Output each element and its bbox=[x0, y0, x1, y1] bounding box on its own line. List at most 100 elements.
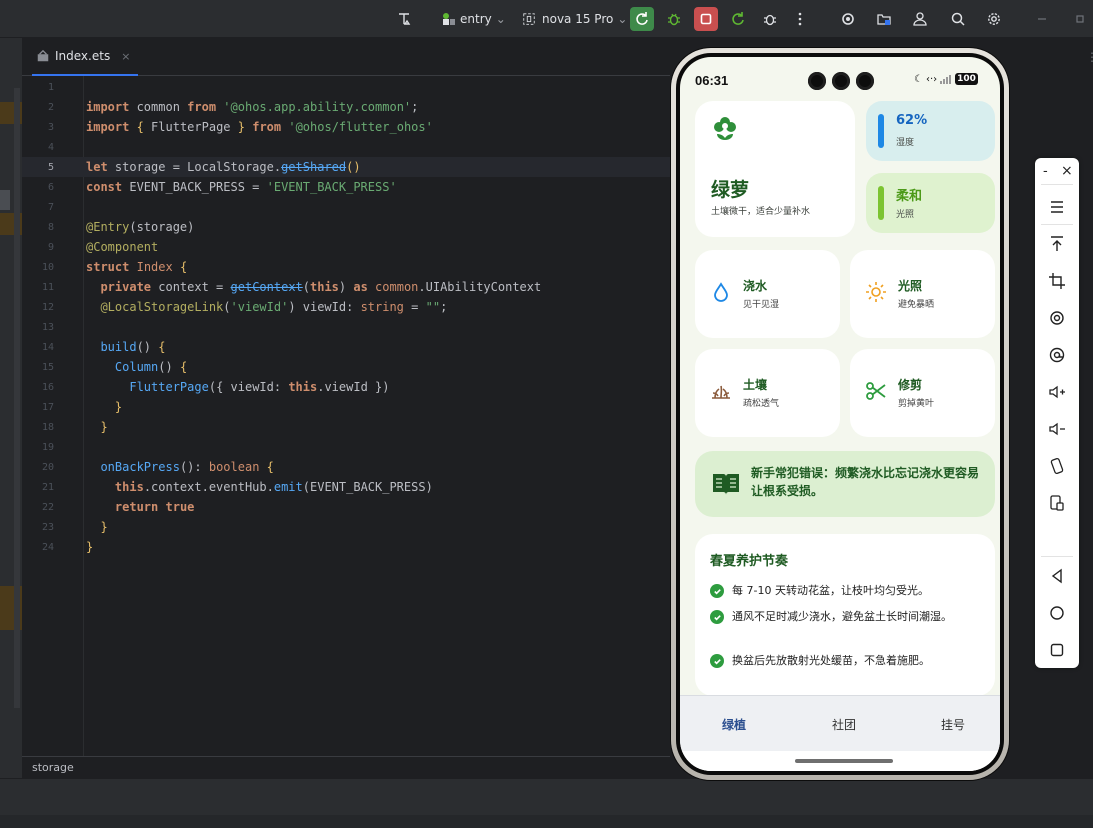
stop-icon bbox=[700, 13, 712, 25]
care-subtitle: 剪掉黄叶 bbox=[898, 399, 935, 409]
device-selector[interactable]: nova 15 Pro ⌄ bbox=[522, 7, 627, 31]
line-number: 15 bbox=[41, 361, 54, 373]
humidity-bar bbox=[878, 114, 884, 148]
code-text: const EVENT_BACK_PRESS = 'EVENT_BACK_PRE… bbox=[86, 180, 397, 194]
code-line: 24 } bbox=[22, 537, 670, 557]
line-number: 18 bbox=[41, 421, 54, 433]
apply-changes-button[interactable] bbox=[726, 7, 750, 31]
phone-emulator: 06:31 ☾ ‹·› 100 绿萝 土壤微干，适合少量补水 62% 湿度 柔和… bbox=[671, 48, 1009, 780]
plant-card[interactable]: 绿萝 土壤微干，适合少量补水 bbox=[695, 101, 855, 237]
home-button[interactable] bbox=[1045, 601, 1069, 625]
line-number: 8 bbox=[47, 221, 54, 233]
menu-icon bbox=[1051, 201, 1063, 213]
code-line: 6 const EVENT_BACK_PRESS = 'EVENT_BACK_P… bbox=[22, 177, 670, 197]
care-card-watering[interactable]: 浇水 见干见湿 bbox=[695, 250, 840, 338]
code-line: 11 private context = getContext(this) as… bbox=[22, 277, 670, 297]
flower-icon bbox=[714, 117, 736, 140]
crop-icon bbox=[1049, 273, 1065, 289]
attach-bug-icon bbox=[764, 14, 776, 26]
tab-index-ets[interactable]: Index.ets × bbox=[32, 38, 139, 76]
code-text: Column() { bbox=[114, 360, 188, 374]
location-button[interactable] bbox=[1045, 343, 1069, 367]
screenshot-button[interactable] bbox=[1045, 491, 1069, 515]
phone-screen[interactable]: 06:31 ☾ ‹·› 100 绿萝 土壤微干，适合少量补水 62% 湿度 柔和… bbox=[680, 57, 1000, 771]
light-label: 光照 bbox=[896, 210, 915, 220]
breadcrumb[interactable]: storage bbox=[22, 756, 670, 778]
care-subtitle: 疏松透气 bbox=[743, 399, 780, 409]
rotate-button[interactable] bbox=[1045, 306, 1069, 330]
code-line: 4 bbox=[22, 137, 670, 157]
care-card-sunlight[interactable]: 光照 避免暴晒 bbox=[850, 250, 995, 338]
tip-banner[interactable]: 新手常犯错误：频繁浇水比忘记浇水更容易让根系受损。 bbox=[695, 451, 995, 517]
rotate-device-button[interactable] bbox=[1045, 454, 1069, 478]
settings-button[interactable] bbox=[982, 7, 1006, 31]
code-text: build() { bbox=[100, 340, 166, 354]
code-line: 21 this.context.eventHub.emit(EVENT_BACK… bbox=[22, 477, 670, 497]
phone-status-bar: 06:31 ☾ ‹·› 100 bbox=[680, 57, 1000, 95]
search-button[interactable] bbox=[946, 7, 970, 31]
line-number: 5 bbox=[47, 161, 54, 173]
pin-top-button[interactable] bbox=[1045, 232, 1069, 256]
module-label: entry bbox=[460, 12, 492, 26]
toolbar-close-button[interactable]: × bbox=[1061, 163, 1073, 179]
care-card-soil[interactable]: 土壤 疏松透气 bbox=[695, 349, 840, 437]
scrollbar[interactable] bbox=[14, 88, 20, 708]
line-number: 1 bbox=[47, 81, 54, 93]
soil-icon bbox=[709, 379, 733, 403]
rerun-button[interactable] bbox=[630, 7, 654, 31]
line-number: 16 bbox=[41, 381, 54, 393]
rotate-device-icon bbox=[1050, 457, 1064, 475]
code-text: @Entry(storage) bbox=[86, 220, 195, 234]
more-options-button[interactable] bbox=[788, 7, 812, 31]
recents-button[interactable] bbox=[1045, 638, 1069, 662]
more-vertical-icon[interactable]: ⋮ bbox=[1086, 50, 1093, 64]
volume-down-button[interactable] bbox=[1045, 417, 1069, 441]
sun-icon bbox=[864, 280, 888, 304]
module-selector[interactable]: entry ⌄ bbox=[440, 7, 506, 31]
more-vertical-icon bbox=[798, 12, 802, 26]
camera-icon bbox=[856, 72, 874, 90]
code-line: 22 return true bbox=[22, 497, 670, 517]
plugin-button[interactable] bbox=[836, 7, 860, 31]
code-line: 12 @LocalStorageLink('viewId') viewId: s… bbox=[22, 297, 670, 317]
light-card[interactable]: 柔和 光照 bbox=[866, 173, 995, 233]
code-editor[interactable]: 1 2 import common from '@ohos.app.abilit… bbox=[22, 76, 670, 756]
divider bbox=[1041, 556, 1073, 557]
crop-button[interactable] bbox=[1045, 269, 1069, 293]
tab-close-icon[interactable]: × bbox=[121, 50, 130, 63]
run-config-icon[interactable] bbox=[392, 7, 416, 31]
folder-icon bbox=[877, 14, 891, 25]
volume-up-button[interactable] bbox=[1045, 380, 1069, 404]
stop-button[interactable] bbox=[694, 7, 718, 31]
window-minimize-button[interactable] bbox=[1030, 7, 1054, 31]
window-restore-button[interactable] bbox=[1068, 7, 1092, 31]
volume-down-icon bbox=[1049, 422, 1065, 436]
location-icon bbox=[1049, 347, 1065, 363]
nav-item-plants[interactable]: 绿植 bbox=[722, 716, 746, 733]
care-card-pruning[interactable]: 修剪 剪掉黄叶 bbox=[850, 349, 995, 437]
battery-icon: 100 bbox=[955, 73, 978, 85]
light-value: 柔和 bbox=[896, 189, 923, 204]
plant-description: 土壤微干，适合少量补水 bbox=[711, 207, 811, 217]
nav-item-appointment[interactable]: 挂号 bbox=[941, 716, 965, 733]
breadcrumb-item[interactable]: storage bbox=[32, 761, 74, 774]
toolbar-minimize-button[interactable]: - bbox=[1043, 164, 1048, 179]
line-number: 17 bbox=[41, 401, 54, 413]
line-number: 10 bbox=[41, 261, 54, 273]
back-button[interactable] bbox=[1045, 564, 1069, 588]
camera-icon bbox=[808, 72, 826, 90]
pin-top-icon bbox=[1051, 236, 1063, 251]
attach-debugger-button[interactable] bbox=[758, 7, 782, 31]
care-subtitle: 避免暴晒 bbox=[898, 300, 935, 310]
nav-item-community[interactable]: 社团 bbox=[832, 716, 856, 733]
menu-button[interactable] bbox=[1045, 195, 1069, 219]
account-button[interactable] bbox=[908, 7, 932, 31]
checklist-item: 每 7-10 天转动花盆，让枝叶均匀受光。 bbox=[710, 582, 980, 599]
humidity-card[interactable]: 62% 湿度 bbox=[866, 101, 995, 161]
debug-button[interactable] bbox=[662, 7, 686, 31]
project-button[interactable] bbox=[872, 7, 896, 31]
home-indicator[interactable] bbox=[795, 759, 893, 763]
device-icon bbox=[523, 13, 535, 25]
status-bar bbox=[0, 815, 1093, 828]
checklist-item: 换盆后先放散射光处缓苗，不急着施肥。 bbox=[710, 652, 980, 669]
